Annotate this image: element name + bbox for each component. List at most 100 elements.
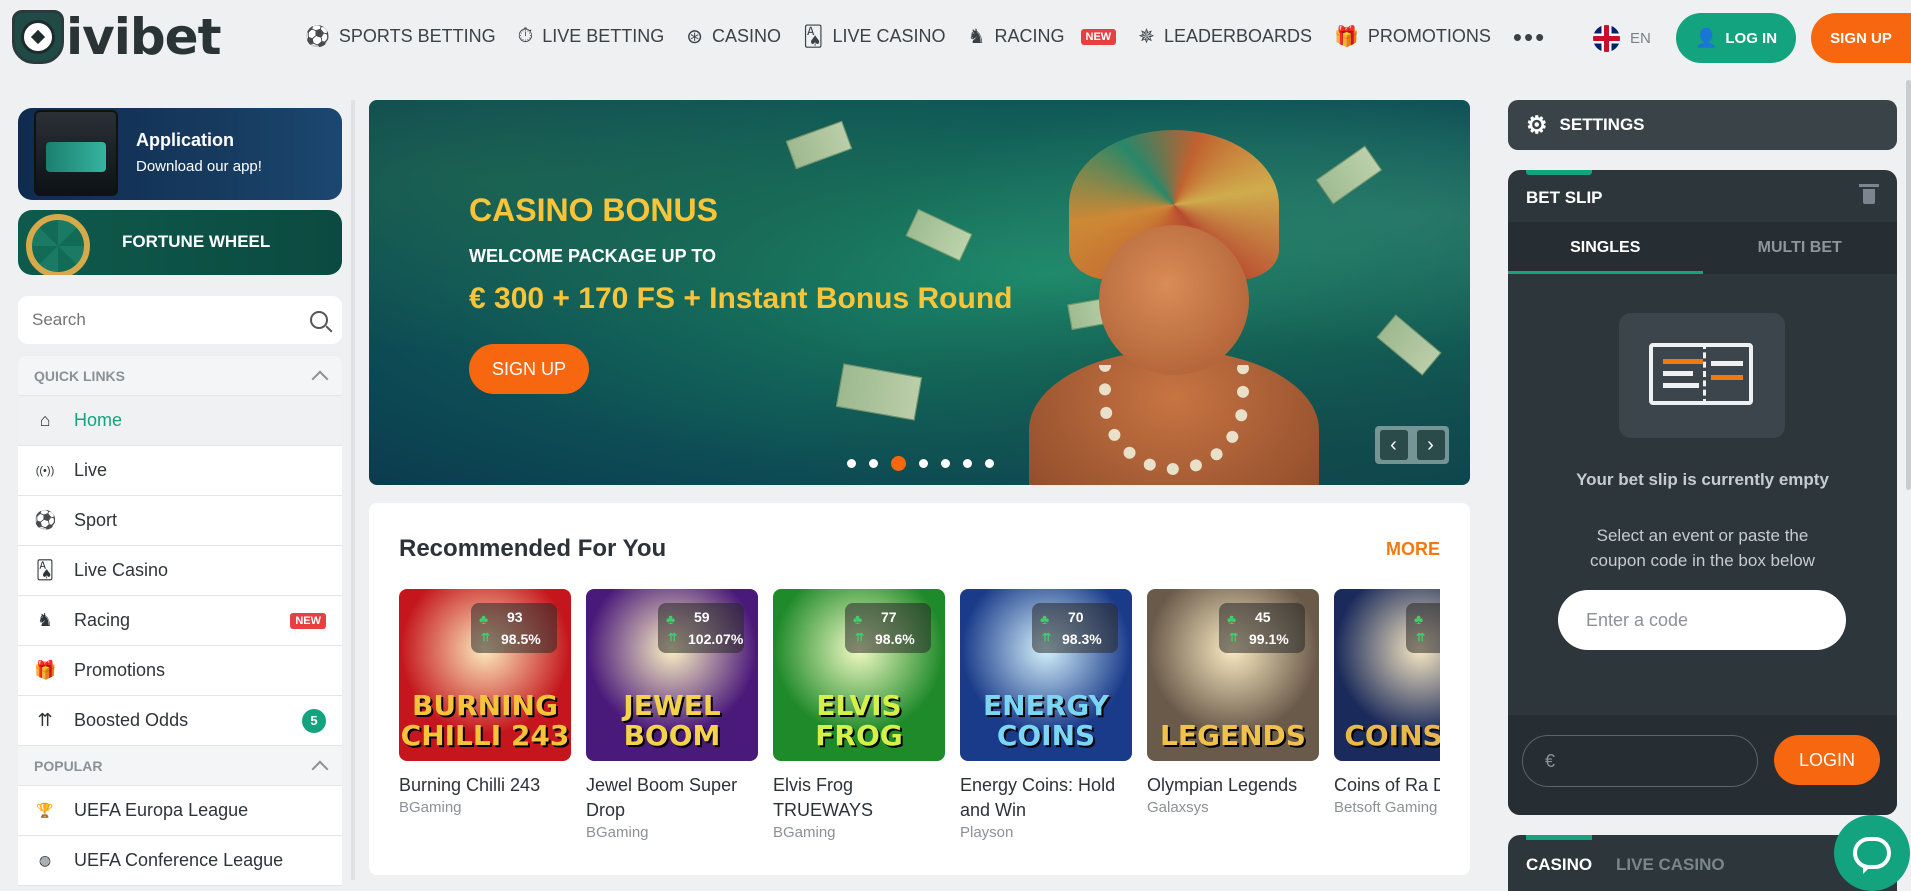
roulette-icon: ⊛ bbox=[686, 26, 704, 48]
game-card[interactable]: ELVIS FROG ♣ 77 ⇈ 98.6% Elvis Frog TRUEWAYS BG… bbox=[773, 589, 945, 841]
clover-icon: ♣ bbox=[1040, 611, 1050, 627]
sidebar-item-live[interactable]: ((•)) Live bbox=[18, 446, 342, 496]
language-selector[interactable]: EN bbox=[1593, 25, 1651, 52]
tab-live-casino[interactable]: LIVE CASINO bbox=[1616, 855, 1725, 875]
nav-label: SPORTS BETTING bbox=[338, 26, 496, 46]
carousel-dot[interactable] bbox=[847, 459, 856, 468]
phone-image bbox=[34, 110, 118, 196]
sidebar-item-racing[interactable]: ♞ Racing NEW bbox=[18, 596, 342, 646]
search-input[interactable] bbox=[32, 310, 310, 330]
popular-header[interactable]: POPULAR bbox=[18, 746, 342, 786]
sidebar-item-home[interactable]: ⌂ Home bbox=[18, 396, 342, 446]
game-name: Burning Chilli 243 bbox=[399, 775, 541, 795]
sidebar-search bbox=[18, 296, 342, 344]
carousel-dot[interactable] bbox=[891, 456, 906, 471]
sidebar-item-label: Live bbox=[74, 460, 108, 480]
signup-button[interactable]: SIGN UP bbox=[1811, 13, 1911, 63]
stake-input[interactable]: € bbox=[1522, 735, 1758, 787]
game-thumbnail[interactable]: COINS RA♣⇈ bbox=[1334, 589, 1440, 761]
rtp-value: 102.07% bbox=[688, 631, 744, 647]
logo-text: ivibet bbox=[66, 8, 221, 66]
popular-item[interactable]: ◍ UEFA Conference League bbox=[18, 836, 342, 886]
game-provider: BGaming bbox=[586, 824, 649, 841]
game-thumbnail[interactable]: ENERGY COINS ♣ 70 ⇈ 98.3% bbox=[960, 589, 1132, 761]
game-provider: Galaxsys bbox=[1147, 799, 1209, 816]
nav-label: LEADERBOARDS bbox=[1163, 26, 1312, 46]
rtp-up-icon: ⇈ bbox=[1229, 632, 1239, 644]
rtp-value: 98.6% bbox=[875, 631, 915, 647]
game-name: Olympian Legends bbox=[1147, 775, 1298, 795]
fortune-wheel-promo[interactable]: FORTUNE WHEEL bbox=[18, 210, 342, 275]
chevrons-up-icon: ⇈ bbox=[37, 710, 53, 730]
game-card[interactable]: BURNING CHILLI 243 ♣ 93 ⇈ 98.5% Burning Chill… bbox=[399, 589, 571, 816]
clover-icon: ♣ bbox=[1227, 611, 1237, 627]
hero-banner[interactable]: CASINO BONUS WELCOME PACKAGE UP TO € 300… bbox=[369, 100, 1470, 485]
tab-casino[interactable]: CASINO bbox=[1526, 855, 1592, 875]
quick-links-header[interactable]: QUICK LINKS bbox=[18, 356, 342, 396]
banner-signup-button[interactable]: SIGN UP bbox=[469, 344, 589, 394]
nav-item-racing[interactable]: ♞ RACING NEW bbox=[968, 24, 1117, 49]
sidebar-item-boosted-odds[interactable]: ⇈ Boosted Odds 5 bbox=[18, 696, 342, 746]
nav-item-promotions[interactable]: 🎁 PROMOTIONS bbox=[1334, 24, 1491, 49]
game-thumbnail[interactable]: ELVIS FROG ♣ 77 ⇈ 98.6% bbox=[773, 589, 945, 761]
game-art-title: JEWEL BOOM bbox=[623, 689, 721, 752]
carousel-dot[interactable] bbox=[963, 459, 972, 468]
games-carousel: BURNING CHILLI 243 ♣ 93 ⇈ 98.5% Burning Chill… bbox=[399, 589, 1440, 869]
game-thumbnail[interactable]: LEGENDS ♣ 45 ⇈ 99.1% bbox=[1147, 589, 1319, 761]
banner-title: CASINO BONUS bbox=[469, 192, 718, 228]
nav-item-live-betting[interactable]: ⏱ LIVE BETTING bbox=[518, 25, 665, 48]
carousel-dot[interactable] bbox=[869, 459, 878, 468]
sidebar-item-label: Sport bbox=[74, 510, 118, 530]
nav-item-casino[interactable]: ⊛ CASINO bbox=[686, 24, 781, 49]
fortune-wheel-title: FORTUNE WHEEL bbox=[122, 232, 271, 251]
sidebar-item-sport[interactable]: ⚽ Sport bbox=[18, 496, 342, 546]
logo-shield-icon bbox=[12, 10, 64, 64]
game-card[interactable]: JEWEL BOOM ♣ 59 ⇈ 102.07% Jewel Boom Super Dr… bbox=[586, 589, 758, 841]
game-provider: Betsoft Gaming bbox=[1334, 799, 1438, 816]
sidebar-item-live-casino[interactable]: 🂡 Live Casino bbox=[18, 546, 342, 596]
gift-icon: 🎁 bbox=[1333, 26, 1359, 48]
page-scrollbar[interactable] bbox=[1906, 80, 1911, 490]
game-card[interactable]: COINS RA♣⇈ Coins of Ra Deluxe Hold & Win B… bbox=[1334, 589, 1440, 816]
home-icon: ⌂ bbox=[39, 410, 51, 430]
gift-icon: 🎁 bbox=[34, 660, 57, 680]
game-name: Coins of Ra Deluxe Hold & Win bbox=[1334, 775, 1440, 795]
app-download-promo[interactable]: Application Download our app! bbox=[18, 108, 342, 200]
settings-bar[interactable]: ⚙ SETTINGS bbox=[1508, 100, 1897, 150]
live-chat-button[interactable] bbox=[1834, 815, 1910, 891]
cards-icon: 🂡 bbox=[803, 26, 824, 48]
coupon-code-input[interactable]: Enter a code bbox=[1558, 590, 1846, 650]
hot-count: 93 bbox=[507, 609, 523, 625]
carousel-dot[interactable] bbox=[941, 459, 950, 468]
bet-slip-panel: BET SLIP SINGLES MULTI BET Your bet slip… bbox=[1508, 170, 1897, 815]
game-thumbnail[interactable]: BURNING CHILLI 243 ♣ 93 ⇈ 98.5% bbox=[399, 589, 571, 761]
carousel-next-button[interactable]: › bbox=[1416, 430, 1445, 460]
nav-item-sports-betting[interactable]: ⚽ SPORTS BETTING bbox=[305, 24, 496, 49]
search-icon[interactable] bbox=[310, 311, 328, 329]
game-card[interactable]: LEGENDS ♣ 45 ⇈ 99.1% Olympian Legends Galaxsys bbox=[1147, 589, 1319, 816]
tab-singles[interactable]: SINGLES bbox=[1508, 222, 1703, 274]
popular-item[interactable]: 🏆 UEFA Europa League bbox=[18, 786, 342, 836]
broadcast-icon: ((•)) bbox=[35, 464, 55, 477]
more-link[interactable]: MORE bbox=[1386, 539, 1440, 560]
sidebar-scrollbar[interactable] bbox=[351, 100, 355, 880]
login-button[interactable]: 👤 LOG IN bbox=[1676, 13, 1796, 63]
carousel-dot[interactable] bbox=[919, 459, 928, 468]
trash-icon[interactable] bbox=[1859, 184, 1879, 204]
tab-multi-bet[interactable]: MULTI BET bbox=[1703, 222, 1898, 274]
site-logo[interactable]: ivibet bbox=[12, 8, 221, 66]
europa-logo-icon: ◍ bbox=[38, 852, 52, 868]
sidebar-item-promotions[interactable]: 🎁 Promotions bbox=[18, 646, 342, 696]
hot-count: 70 bbox=[1068, 609, 1084, 625]
horse-head-icon: ♞ bbox=[967, 26, 986, 48]
more-menu-button[interactable]: ••• bbox=[1513, 24, 1546, 50]
carousel-dot[interactable] bbox=[985, 459, 994, 468]
game-thumbnail[interactable]: JEWEL BOOM ♣ 59 ⇈ 102.07% bbox=[586, 589, 758, 761]
bet-slip-login-button[interactable]: LOGIN bbox=[1774, 735, 1880, 785]
nav-item-leaderboards[interactable]: ✵ LEADERBOARDS bbox=[1138, 24, 1312, 49]
game-card[interactable]: ENERGY COINS ♣ 70 ⇈ 98.3% Energy Coins: Hold … bbox=[960, 589, 1132, 841]
carousel-prev-button[interactable]: ‹ bbox=[1379, 430, 1408, 460]
game-art-title: ELVIS FROG bbox=[815, 689, 903, 752]
nav-item-live-casino[interactable]: 🂡 LIVE CASINO bbox=[803, 24, 946, 49]
rtp-up-icon: ⇈ bbox=[481, 632, 491, 644]
